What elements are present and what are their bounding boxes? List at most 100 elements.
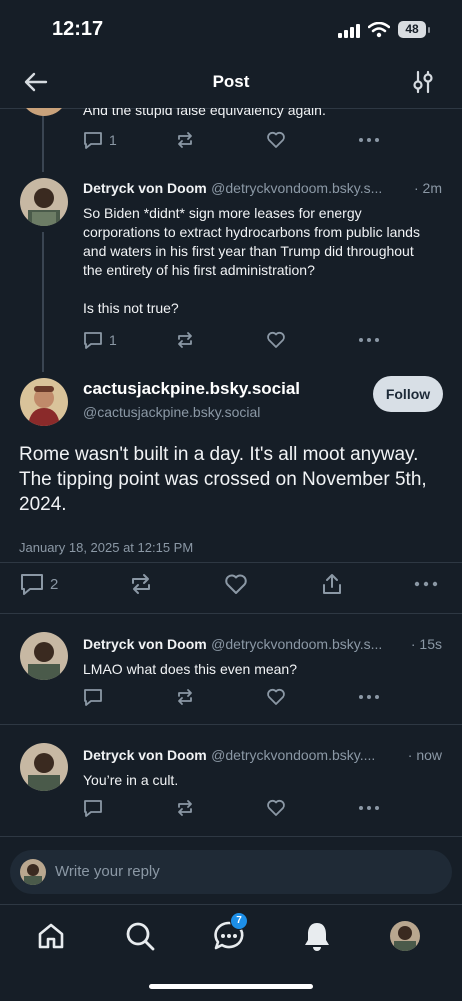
heart-icon: [267, 131, 285, 148]
profile-avatar[interactable]: [390, 921, 420, 951]
page-title: Post: [212, 72, 250, 91]
thread-post[interactable]: Detryck von Doom @detryckvondoom.bsky.s.…: [0, 172, 462, 362]
post-time: · now: [403, 747, 442, 763]
post-actions: [83, 798, 383, 820]
divider: [0, 724, 462, 725]
display-name[interactable]: cactusjackpine.bsky.social: [83, 379, 300, 399]
reply-button[interactable]: [83, 798, 103, 818]
follow-button[interactable]: Follow: [373, 376, 443, 412]
post-text: And the stupid false equivalency again.: [83, 108, 326, 118]
post-text: LMAO what does this even mean?: [83, 661, 298, 677]
signal-icon: [338, 24, 360, 38]
like-button[interactable]: [224, 572, 248, 596]
main-post: cactusjackpine.bsky.social @cactusjackpi…: [0, 372, 462, 612]
partial-post[interactable]: And the stupid false equivalency again. …: [0, 108, 462, 160]
repost-icon: [178, 689, 192, 705]
avatar: [20, 178, 68, 226]
more-button[interactable]: [358, 798, 380, 818]
reply-count: 1: [109, 332, 117, 348]
heart-icon: [225, 574, 247, 594]
reply-count: 2: [50, 575, 59, 593]
main-post-actions: 2: [20, 572, 440, 598]
repost-icon: [178, 800, 192, 816]
post-author-line: Detryck von Doom @detryckvondoom.bsky.s.…: [83, 636, 403, 654]
reply-button[interactable]: [83, 687, 103, 707]
repost-button[interactable]: [129, 572, 153, 596]
like-button[interactable]: [266, 798, 286, 818]
divider: [0, 562, 462, 563]
heart-icon: [267, 799, 285, 816]
more-icon: [359, 695, 379, 699]
like-button[interactable]: [266, 330, 286, 350]
more-button[interactable]: [358, 687, 380, 707]
repost-icon: [132, 574, 150, 594]
author-handle: @detryckvondoom.bsky....: [211, 747, 376, 763]
comment-icon: [21, 574, 43, 595]
heart-icon: [267, 688, 285, 705]
post-actions: [83, 687, 383, 709]
post-text: Rome wasn't built in a day. It's all moo…: [19, 444, 427, 515]
repost-icon: [178, 132, 192, 148]
reply-placeholder: Write your reply: [55, 863, 160, 880]
post-time: · 15s: [406, 636, 442, 652]
repost-button[interactable]: [175, 130, 195, 150]
avatar: [20, 859, 46, 885]
like-button[interactable]: [266, 687, 286, 707]
header-bar: Post: [0, 56, 462, 109]
reply-count: 1: [109, 132, 117, 148]
post-time: · 2m: [410, 180, 442, 196]
post-text: You’re in a cult.: [83, 772, 179, 788]
comment-icon: [84, 800, 102, 817]
author-handle: @detryckvondoom.bsky.s...: [211, 636, 383, 652]
heart-icon: [267, 331, 285, 348]
post-actions: 1: [83, 130, 383, 152]
share-button[interactable]: [320, 572, 344, 596]
share-icon: [323, 574, 341, 594]
avatar[interactable]: [20, 378, 68, 426]
reply-button[interactable]: 2: [20, 572, 58, 596]
more-button[interactable]: [358, 330, 380, 350]
reply-button[interactable]: 1: [83, 330, 117, 350]
author-handle[interactable]: @cactusjackpine.bsky.social: [83, 404, 260, 420]
chat-badge: 7: [230, 912, 248, 930]
divider: [0, 836, 462, 837]
author-name: Detryck von Doom: [83, 636, 207, 652]
like-button[interactable]: [266, 130, 286, 150]
post-actions: 1: [83, 330, 383, 352]
repost-icon: [178, 332, 192, 348]
repost-button[interactable]: [175, 330, 195, 350]
avatar: [20, 108, 68, 116]
more-icon: [414, 581, 438, 587]
more-button[interactable]: [358, 130, 380, 150]
more-icon: [359, 338, 379, 342]
more-button[interactable]: [414, 572, 438, 596]
author-name: Detryck von Doom: [83, 180, 207, 196]
post-author-line: Detryck von Doom @detryckvondoom.bsky.s.…: [83, 180, 443, 198]
reply-post[interactable]: Detryck von Doom @detryckvondoom.bsky...…: [0, 735, 462, 835]
more-icon: [359, 806, 379, 810]
reply-input[interactable]: Write your reply: [10, 850, 452, 894]
divider: [0, 613, 462, 614]
author-name: Detryck von Doom: [83, 747, 207, 763]
repost-button[interactable]: [175, 687, 195, 707]
comment-icon: [84, 689, 102, 706]
sliders-icon[interactable]: [412, 70, 434, 94]
comment-icon: [84, 332, 102, 349]
home-indicator[interactable]: [149, 984, 313, 989]
avatar: [20, 632, 68, 680]
wifi-icon: [368, 22, 390, 38]
search-icon[interactable]: [124, 920, 156, 952]
home-icon[interactable]: [36, 921, 66, 951]
bell-icon[interactable]: [302, 920, 332, 952]
more-icon: [359, 138, 379, 142]
repost-button[interactable]: [175, 798, 195, 818]
avatar: [20, 743, 68, 791]
reply-post[interactable]: Detryck von Doom @detryckvondoom.bsky.s.…: [0, 624, 462, 724]
comment-icon: [84, 132, 102, 149]
post-timestamp: January 18, 2025 at 12:15 PM: [19, 540, 194, 555]
post-text: So Biden *didnt* sign more leases for en…: [83, 205, 420, 316]
post-author-line: Detryck von Doom @detryckvondoom.bsky...…: [83, 747, 398, 765]
status-time: 12:17: [52, 18, 104, 40]
reply-button[interactable]: 1: [83, 130, 117, 150]
author-handle: @detryckvondoom.bsky.s...: [211, 180, 383, 196]
